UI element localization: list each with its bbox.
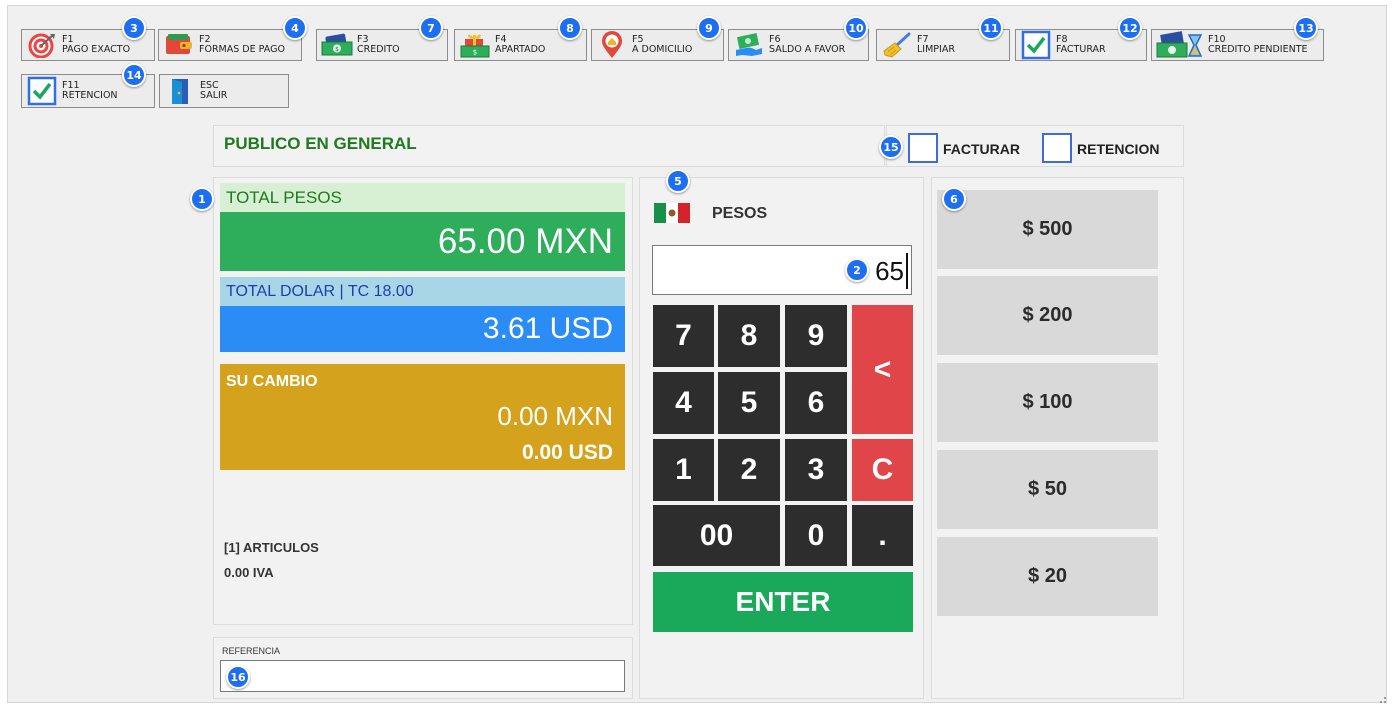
tutorial-badge: 16	[226, 665, 250, 689]
tutorial-badge: 8	[558, 16, 582, 40]
referencia-label: REFERENCIA	[222, 646, 281, 656]
key-9[interactable]: 9	[785, 305, 847, 367]
articulos-count: [1] ARTICULOS	[224, 540, 319, 555]
su-cambio-label: SU CAMBIO	[226, 373, 318, 390]
credit-money-icon: $	[317, 30, 357, 60]
svg-text:$: $	[335, 46, 339, 53]
total-pesos-value: 65.00 MXN	[220, 212, 625, 271]
tutorial-badge: 15	[879, 135, 903, 159]
cambio-usd-value: 0.00 USD	[521, 441, 613, 464]
tutorial-badge: 1	[190, 187, 214, 211]
amount-20-button[interactable]: $ 20	[937, 537, 1158, 616]
gift-money-icon: $	[455, 30, 495, 60]
amount-200-button[interactable]: $ 200	[937, 276, 1158, 355]
checkbox-icon	[1016, 30, 1056, 60]
cambio-mxn-value: 0.00 MXN	[497, 401, 613, 431]
button-label: F8 FACTURAR	[1056, 34, 1106, 55]
tutorial-badge: 7	[419, 16, 443, 40]
tutorial-badge: 14	[122, 63, 146, 87]
currency-label: PESOS	[712, 205, 768, 222]
tutorial-badge: 6	[942, 187, 966, 211]
total-pesos-label: TOTAL PESOS	[220, 183, 625, 212]
facturar-label: FACTURAR	[943, 141, 1020, 157]
home-location-icon	[592, 30, 632, 60]
facturar-checkbox[interactable]	[908, 133, 938, 163]
mexico-flag-icon	[654, 197, 690, 229]
button-label: F5 A DOMICILIO	[632, 34, 693, 55]
tutorial-badge: 2	[845, 258, 869, 282]
key-decimal[interactable]: .	[852, 505, 913, 566]
button-label: F2 FORMAS DE PAGO	[199, 34, 285, 55]
key-8[interactable]: 8	[718, 305, 780, 367]
tutorial-badge: 13	[1294, 16, 1318, 40]
enter-button[interactable]: ENTER	[653, 572, 913, 632]
amount-value: 65	[870, 253, 908, 289]
clear-button[interactable]: C	[852, 439, 913, 501]
customer-name: PUBLICO EN GENERAL	[224, 134, 417, 153]
key-7[interactable]: 7	[653, 305, 714, 367]
broom-icon	[877, 30, 917, 60]
tutorial-badge: 3	[122, 16, 146, 40]
tutorial-badge: 10	[844, 16, 868, 40]
key-0[interactable]: 0	[785, 505, 847, 566]
button-label: F1 PAGO EXACTO	[62, 34, 131, 55]
key-00[interactable]: 00	[653, 505, 780, 566]
tutorial-badge: 9	[697, 16, 721, 40]
retencion-label: RETENCION	[1077, 141, 1160, 157]
tutorial-badge: 5	[666, 169, 690, 193]
tutorial-badge: 4	[283, 16, 307, 40]
target-icon	[22, 30, 62, 60]
key-3[interactable]: 3	[785, 439, 847, 501]
tutorial-badge: 11	[979, 16, 1003, 40]
button-label: F6 SALDO A FAVOR	[769, 34, 846, 55]
button-label: F3 CREDITO	[357, 34, 400, 55]
checkbox-icon	[22, 76, 62, 106]
button-label: F10 CREDITO PENDIENTE	[1208, 34, 1308, 55]
iva-amount: 0.00 IVA	[224, 565, 274, 580]
amount-500-button[interactable]: $ 500	[937, 190, 1158, 269]
amount-50-button[interactable]: $ 50	[937, 450, 1158, 529]
cash-hand-icon	[729, 30, 769, 60]
key-4[interactable]: 4	[653, 372, 714, 434]
button-label: F4 APARTADO	[495, 34, 546, 55]
retencion-checkbox[interactable]	[1042, 133, 1072, 163]
resize-grip[interactable]	[1380, 697, 1386, 703]
exit-door-icon	[160, 76, 200, 106]
tutorial-badge: 12	[1118, 16, 1142, 40]
amount-100-button[interactable]: $ 100	[937, 363, 1158, 442]
backspace-button[interactable]: <	[852, 305, 913, 434]
button-label: ESC SALIR	[200, 80, 228, 101]
key-1[interactable]: 1	[653, 439, 714, 501]
button-label: F11 RETENCION	[62, 80, 118, 101]
wallet-icon	[159, 30, 199, 60]
salir-button[interactable]: ESC SALIR	[159, 74, 289, 108]
hourglass-money-icon	[1152, 30, 1208, 60]
referencia-input[interactable]	[220, 660, 625, 692]
formas-de-pago-button[interactable]: F2 FORMAS DE PAGO	[158, 29, 302, 61]
key-5[interactable]: 5	[718, 372, 780, 434]
button-label: F7 LIMPIAR	[917, 34, 955, 55]
key-6[interactable]: 6	[785, 372, 847, 434]
key-2[interactable]: 2	[718, 439, 780, 501]
svg-text:$: $	[473, 49, 477, 57]
total-dolar-value: 3.61 USD	[220, 306, 625, 352]
total-dolar-label: TOTAL DOLAR | TC 18.00	[220, 277, 625, 306]
